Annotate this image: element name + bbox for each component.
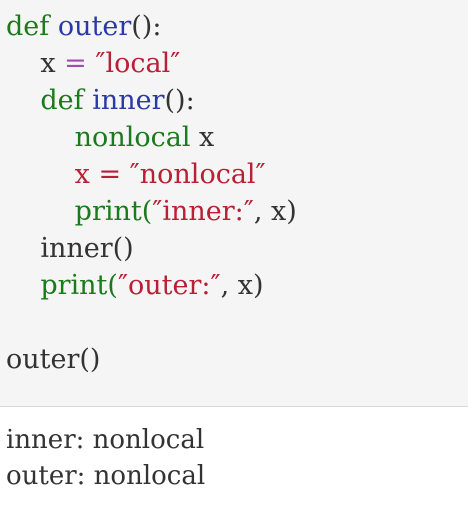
nonlocal-assignment: x = ″nonlocal″	[74, 159, 266, 190]
code-cell[interactable]: def outer(): x = ″local″ def inner(): no…	[0, 0, 468, 407]
code-line-local-assignment: x = ″local″	[0, 45, 468, 82]
code-line-nonlocal-assignment: x = ″nonlocal″	[0, 156, 468, 193]
def-keyword: def	[6, 11, 50, 42]
code-line-nonlocal-declaration: nonlocal x	[0, 119, 468, 156]
assignment-operator: =	[55, 48, 96, 79]
outer-call: outer()	[6, 344, 101, 375]
code-line-inner-definition: def inner():	[0, 82, 468, 119]
code-line-inner-print: print(″inner:″, x)	[0, 193, 468, 230]
nonlocal-keyword: nonlocal	[74, 122, 191, 153]
local-string: ″local″	[95, 48, 181, 79]
inner-function-name: inner	[92, 85, 165, 116]
nonlocal-variable: x	[190, 122, 215, 153]
code-line-outer-print: print(″outer:″, x)	[0, 267, 468, 304]
output-cell: inner: nonlocal outer: nonlocal	[0, 407, 468, 506]
inner-function-parens: ():	[164, 85, 195, 116]
print-arguments: , x)	[220, 270, 264, 301]
code-line-outer-call: outer()	[0, 341, 468, 378]
inner-string: ″inner:″	[152, 196, 254, 227]
output-line-inner: inner: nonlocal	[6, 425, 205, 455]
print-arguments: , x)	[253, 196, 297, 227]
outer-string: ″outer:″	[117, 270, 221, 301]
def-keyword: def	[40, 85, 84, 116]
code-line-outer-definition: def outer():	[0, 8, 468, 45]
print-call: print(	[40, 270, 118, 301]
variable-x: x	[40, 48, 56, 79]
outer-function-name: outer	[57, 11, 132, 42]
inner-call: inner()	[40, 233, 134, 264]
outer-function-parens: ():	[131, 11, 162, 42]
code-line-inner-call: inner()	[0, 230, 468, 267]
output-line-outer: outer: nonlocal	[6, 461, 206, 491]
notebook-view: def outer(): x = ″local″ def inner(): no…	[0, 0, 468, 506]
print-call: print(	[74, 196, 153, 227]
